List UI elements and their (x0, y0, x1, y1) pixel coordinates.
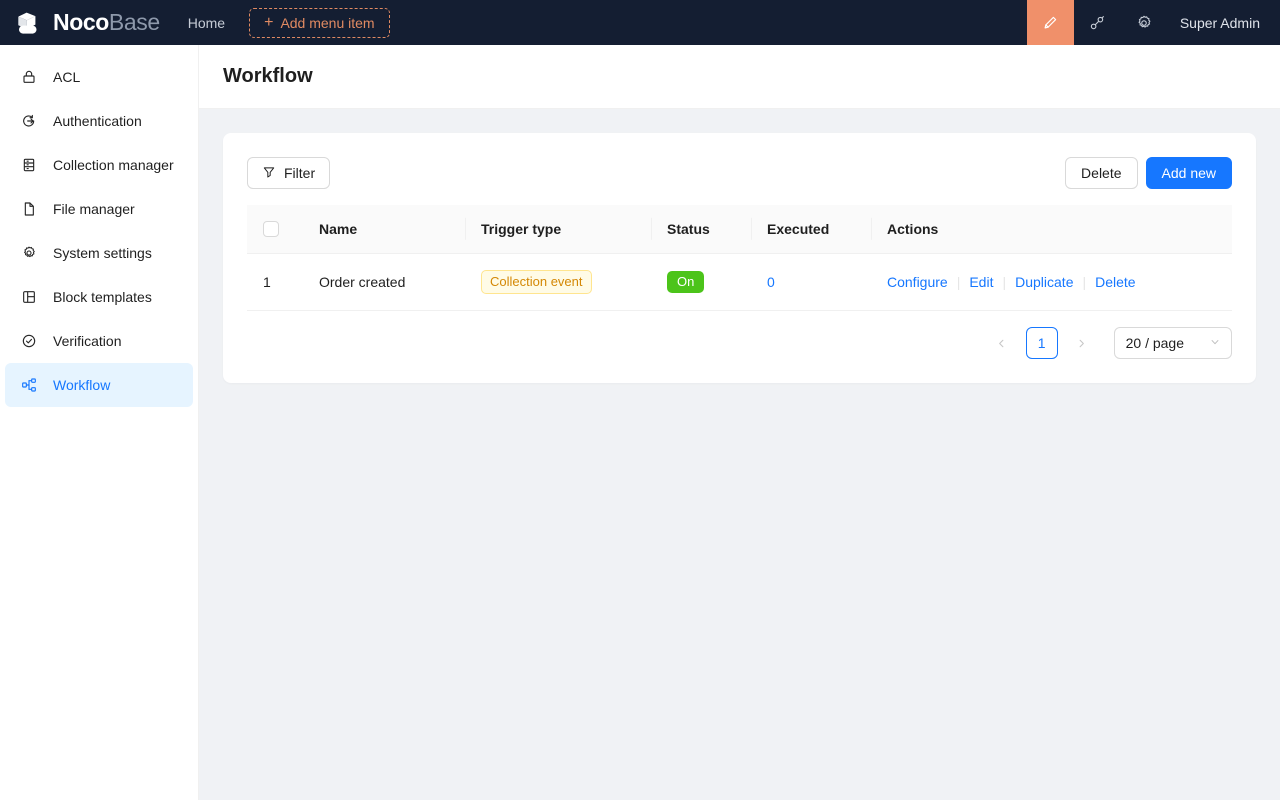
sidebar-item-label: Workflow (53, 377, 111, 393)
gear-icon[interactable] (1121, 0, 1168, 45)
user-menu[interactable]: Super Admin (1168, 0, 1280, 45)
row-status-cell: On (651, 253, 751, 311)
action-divider: | (1002, 274, 1007, 290)
pagination: 1 20 / page (247, 311, 1232, 359)
chevron-right-icon[interactable] (1066, 327, 1098, 359)
highlighter-icon[interactable] (1026, 0, 1074, 45)
workflow-card: Filter Delete Add new Name Trigger type … (223, 133, 1256, 383)
app-logo-text: NocoBase (53, 11, 160, 34)
select-all-checkbox[interactable] (263, 221, 279, 237)
delete-button[interactable]: Delete (1065, 157, 1138, 189)
logo-text-secondary: Base (108, 9, 160, 35)
plugin-icon[interactable] (1074, 0, 1121, 45)
sidebar-item-label: System settings (53, 245, 152, 261)
row-actions: Configure | Edit | Duplicate | Delete (887, 274, 1216, 290)
toolbar-right-actions: Delete Add new (1065, 157, 1232, 189)
action-divider: | (1082, 274, 1087, 290)
sidebar-item-workflow[interactable]: Workflow (5, 363, 193, 407)
table-row[interactable]: 1 Order created Collection event On 0 Co… (247, 253, 1232, 311)
row-name: Order created (303, 253, 465, 311)
executed-count-link[interactable]: 0 (767, 274, 775, 290)
login-icon (21, 113, 37, 129)
user-name: Super Admin (1179, 14, 1260, 31)
configure-action[interactable]: Configure (887, 274, 948, 290)
sidebar-item-label: File manager (53, 201, 135, 217)
filter-button[interactable]: Filter (247, 157, 331, 189)
sidebar-item-label: Collection manager (53, 157, 174, 173)
app-body: ACL Authentication Collection manager Fi… (0, 45, 1280, 800)
table-header-row: Name Trigger type Status Executed Action… (247, 205, 1232, 254)
database-icon (21, 157, 37, 173)
page-size-label: 20 / page (1125, 335, 1184, 351)
sidebar-item-label: Block templates (53, 289, 152, 305)
sidebar-item-block-templates[interactable]: Block templates (5, 275, 193, 319)
plus-icon: + (264, 13, 274, 31)
row-actions-cell: Configure | Edit | Duplicate | Delete (871, 253, 1232, 311)
filter-label: Filter (284, 165, 316, 181)
workflow-nodes-icon (21, 377, 37, 393)
add-new-button[interactable]: Add new (1145, 157, 1232, 189)
sidebar-item-verification[interactable]: Verification (5, 319, 193, 363)
sidebar-item-label: ACL (53, 69, 81, 85)
file-icon (21, 201, 37, 217)
add-menu-item-button[interactable]: + Add menu item (249, 7, 390, 38)
lock-icon (21, 69, 37, 85)
table-header: Name Trigger type Status Executed Action… (247, 205, 1232, 254)
header-actions: Super Admin (1026, 0, 1280, 45)
edit-action[interactable]: Edit (969, 274, 993, 290)
column-header-name: Name (303, 205, 465, 254)
sidebar-item-file-manager[interactable]: File manager (5, 187, 193, 231)
sidebar-item-acl[interactable]: ACL (5, 55, 193, 99)
layout-icon (21, 289, 37, 305)
header-nav: Home + Add menu item (174, 0, 390, 45)
chevron-down-icon (1210, 337, 1220, 350)
funnel-icon (262, 165, 276, 182)
delete-action[interactable]: Delete (1095, 274, 1135, 290)
cube-logo-icon (14, 11, 44, 35)
sidebar-item-collection-manager[interactable]: Collection manager (5, 143, 193, 187)
sidebar-item-label: Authentication (53, 113, 142, 129)
row-executed-cell: 0 (751, 253, 871, 311)
page-size-select[interactable]: 20 / page (1113, 327, 1232, 359)
table-toolbar: Filter Delete Add new (247, 157, 1232, 189)
sidebar-item-authentication[interactable]: Authentication (5, 99, 193, 143)
check-circle-icon (21, 333, 37, 349)
nav-item-home[interactable]: Home (174, 0, 239, 45)
table-body: 1 Order created Collection event On 0 Co… (247, 253, 1232, 311)
page-header: Workflow (199, 45, 1280, 109)
column-header-executed: Executed (751, 205, 871, 254)
page-body: Filter Delete Add new Name Trigger type … (199, 109, 1280, 800)
top-header: NocoBase Home + Add menu item Super Admi… (0, 0, 1280, 45)
column-header-trigger-type: Trigger type (465, 205, 651, 254)
column-header-status: Status (651, 205, 751, 254)
column-header-actions: Actions (871, 205, 1232, 254)
action-divider: | (956, 274, 961, 290)
page-number-1[interactable]: 1 (1025, 327, 1058, 359)
logo-text-primary: Noco (53, 9, 109, 35)
page-title: Workflow (223, 65, 313, 87)
select-all-header (247, 205, 303, 254)
sidebar-item-label: Verification (53, 333, 122, 349)
sidebar-item-system-settings[interactable]: System settings (5, 231, 193, 275)
duplicate-action[interactable]: Duplicate (1015, 274, 1073, 290)
status-badge[interactable]: On (667, 271, 705, 293)
gear-icon (21, 245, 37, 261)
main-content: Workflow Filter Delete Add new Name Trig… (199, 45, 1280, 800)
chevron-left-icon[interactable] (986, 327, 1018, 359)
workflow-table: Name Trigger type Status Executed Action… (247, 205, 1232, 311)
add-menu-item-label: Add menu item (280, 14, 375, 31)
trigger-type-tag: Collection event (481, 270, 592, 294)
row-trigger-type-cell: Collection event (465, 253, 651, 311)
sidebar: ACL Authentication Collection manager Fi… (0, 45, 199, 800)
row-index: 1 (247, 253, 303, 311)
app-logo[interactable]: NocoBase (0, 0, 174, 45)
